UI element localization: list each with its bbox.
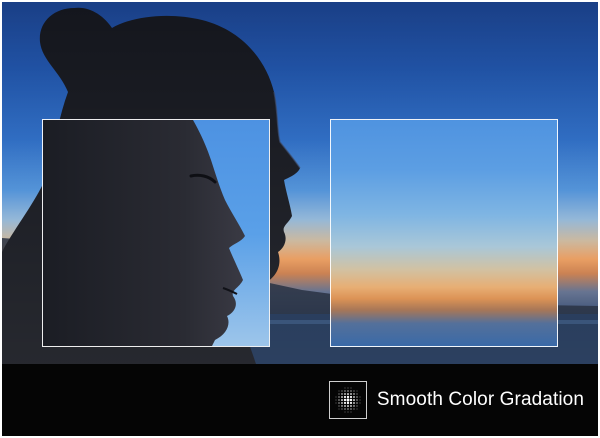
zoom-face-detail <box>43 120 269 346</box>
icon-dot <box>350 408 352 410</box>
icon-dot <box>359 396 361 398</box>
icon-dot <box>347 390 349 392</box>
icon-dot <box>347 408 349 410</box>
icon-dot <box>349 401 352 405</box>
icon-dot <box>344 390 346 392</box>
icon-dot <box>346 405 349 407</box>
icon-dot <box>344 393 346 395</box>
icon-dot <box>338 408 340 410</box>
icon-dot <box>359 399 361 401</box>
icon-dot <box>344 387 346 389</box>
icon-dot <box>353 402 355 404</box>
icon-dot <box>346 401 350 405</box>
icon-dot <box>335 402 337 404</box>
icon-dot <box>346 398 350 402</box>
icon-dot <box>353 393 355 395</box>
product-feature-image: Smooth Color Gradation <box>2 2 598 436</box>
icon-dot <box>353 408 355 410</box>
icon-dot <box>341 402 343 404</box>
icon-dot <box>343 398 347 402</box>
icon-dot <box>356 408 358 410</box>
icon-dot <box>344 411 346 413</box>
zoom-frame-face <box>42 119 270 347</box>
icon-dot <box>343 401 346 405</box>
feature-label: Smooth Color Gradation <box>376 389 584 410</box>
icon-dot <box>356 396 358 398</box>
icon-dot <box>349 398 353 402</box>
icon-dot <box>341 393 343 395</box>
icon-dot <box>350 411 352 413</box>
icon-dot <box>353 390 355 392</box>
icon-dot <box>344 405 346 407</box>
icon-dot <box>356 390 358 392</box>
icon-dot <box>346 393 349 395</box>
icon-dot <box>350 390 352 392</box>
dot-gradation-icon <box>328 381 367 419</box>
icon-dot <box>350 387 352 389</box>
icon-dot <box>346 395 350 399</box>
zoom-frame-sky <box>330 119 558 347</box>
icon-dot <box>341 390 343 392</box>
icon-dot <box>341 405 343 407</box>
sunset-portrait-photo <box>2 2 598 364</box>
icon-dot <box>352 399 355 401</box>
icon-dot <box>341 396 343 398</box>
icon-dot <box>353 405 355 407</box>
icon-dot <box>350 405 352 407</box>
icon-dot <box>338 402 340 404</box>
icon-dot <box>356 393 358 395</box>
icon-dot <box>356 399 358 401</box>
icon-dot <box>338 393 340 395</box>
icon-dot <box>338 405 340 407</box>
icon-dot <box>344 408 346 410</box>
caption-bar: Smooth Color Gradation <box>2 364 598 436</box>
icon-dot <box>340 399 343 401</box>
feature-badge: Smooth Color Gradation <box>328 380 584 420</box>
icon-dot <box>356 405 358 407</box>
icon-dot <box>350 393 352 395</box>
icon-dot <box>349 395 352 399</box>
icon-dot <box>343 395 346 399</box>
icon-dot <box>359 402 361 404</box>
icon-dot <box>347 387 349 389</box>
icon-dot <box>335 399 337 401</box>
icon-dot <box>341 408 343 410</box>
icon-dot <box>338 399 340 401</box>
icon-dot <box>356 402 358 404</box>
icon-dot <box>353 396 355 398</box>
icon-dot <box>338 390 340 392</box>
icon-dot <box>335 396 337 398</box>
icon-dot <box>347 411 349 413</box>
icon-dot <box>338 396 340 398</box>
